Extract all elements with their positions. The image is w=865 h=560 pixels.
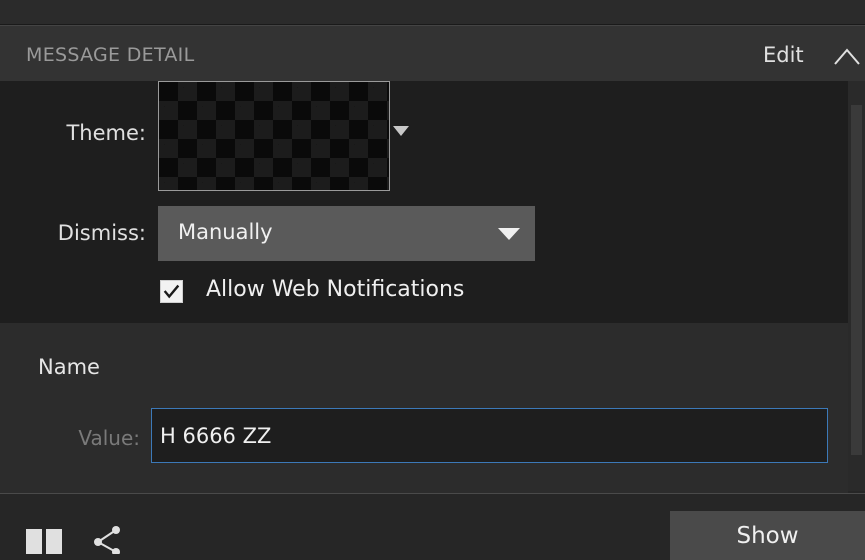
name-section: Name Value: xyxy=(0,323,848,493)
checkmark-icon xyxy=(163,284,180,299)
header-title: MESSAGE DETAIL xyxy=(26,44,195,66)
value-label: Value: xyxy=(78,426,140,450)
settings-panel: Theme: Dismiss: Manually Allow Web Notif… xyxy=(0,81,848,323)
top-strip xyxy=(0,0,865,25)
scrollbar-thumb[interactable] xyxy=(851,105,862,455)
theme-swatch[interactable] xyxy=(158,81,390,191)
theme-label: Theme: xyxy=(66,121,146,145)
checkbox-box[interactable] xyxy=(160,280,183,303)
name-label: Name xyxy=(38,355,100,379)
vertical-scrollbar[interactable] xyxy=(848,81,865,491)
dismiss-select[interactable]: Manually xyxy=(158,206,535,261)
footer-toolbar: Show xyxy=(0,494,865,560)
caret-down-icon[interactable] xyxy=(392,125,410,137)
dismiss-selected-value: Manually xyxy=(178,220,273,244)
show-button[interactable]: Show xyxy=(670,511,865,560)
caret-down-icon xyxy=(498,228,520,240)
message-detail-header: MESSAGE DETAIL Edit xyxy=(0,25,865,81)
allow-web-notifications-label: Allow Web Notifications xyxy=(206,277,465,302)
split-columns-icon[interactable] xyxy=(26,529,62,554)
edit-button[interactable]: Edit xyxy=(763,43,804,67)
dismiss-label: Dismiss: xyxy=(57,221,146,245)
chevron-up-icon[interactable] xyxy=(832,44,862,68)
value-input[interactable] xyxy=(151,408,828,463)
share-icon[interactable] xyxy=(90,524,124,554)
